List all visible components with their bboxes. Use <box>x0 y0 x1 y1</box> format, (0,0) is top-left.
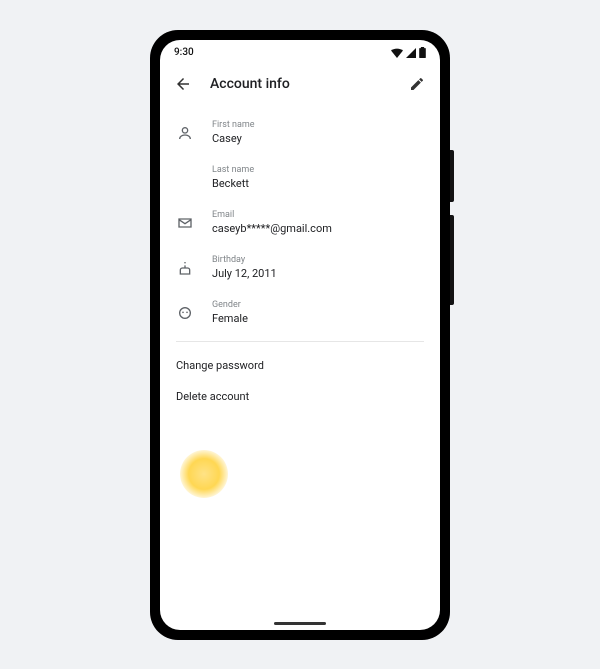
change-password-link[interactable]: Change password <box>160 350 440 381</box>
field-label: Last name <box>212 165 254 175</box>
pencil-icon <box>409 76 425 92</box>
wifi-icon <box>391 48 403 58</box>
field-first-name[interactable]: First name Casey <box>160 110 440 155</box>
screen: 9:30 Account info F <box>160 40 440 630</box>
field-gender[interactable]: Gender Female <box>160 290 440 335</box>
divider <box>176 341 424 342</box>
field-last-name[interactable]: Last name Beckett <box>160 155 440 200</box>
back-arrow-icon <box>174 75 192 93</box>
field-email[interactable]: Email caseyb*****@gmail.com <box>160 200 440 245</box>
face-icon <box>176 304 194 322</box>
delete-account-link[interactable]: Delete account <box>160 381 440 412</box>
battery-icon <box>419 47 426 58</box>
phone-frame: 9:30 Account info F <box>150 30 450 640</box>
field-value: caseyb*****@gmail.com <box>212 222 332 235</box>
phone-side-button <box>450 215 454 305</box>
field-birthday[interactable]: Birthday July 12, 2011 <box>160 245 440 290</box>
field-value: Casey <box>212 132 255 145</box>
field-label: Email <box>212 210 332 220</box>
field-value: July 12, 2011 <box>212 267 277 280</box>
edit-button[interactable] <box>406 73 428 95</box>
status-icons <box>391 47 426 58</box>
home-indicator <box>274 622 326 625</box>
status-bar: 9:30 <box>160 40 440 62</box>
mail-icon <box>176 214 194 232</box>
field-value: Female <box>212 312 248 325</box>
page-title: Account info <box>210 76 390 92</box>
content: First name Casey Last name Beckett Email… <box>160 106 440 630</box>
back-button[interactable] <box>172 73 194 95</box>
phone-side-button <box>450 150 454 202</box>
app-bar: Account info <box>160 62 440 106</box>
person-icon <box>176 124 194 142</box>
field-label: First name <box>212 120 255 130</box>
cake-icon <box>176 259 194 277</box>
status-time: 9:30 <box>174 47 194 58</box>
field-value: Beckett <box>212 177 254 190</box>
field-label: Birthday <box>212 255 277 265</box>
cellular-icon <box>406 48 416 58</box>
field-label: Gender <box>212 300 248 310</box>
